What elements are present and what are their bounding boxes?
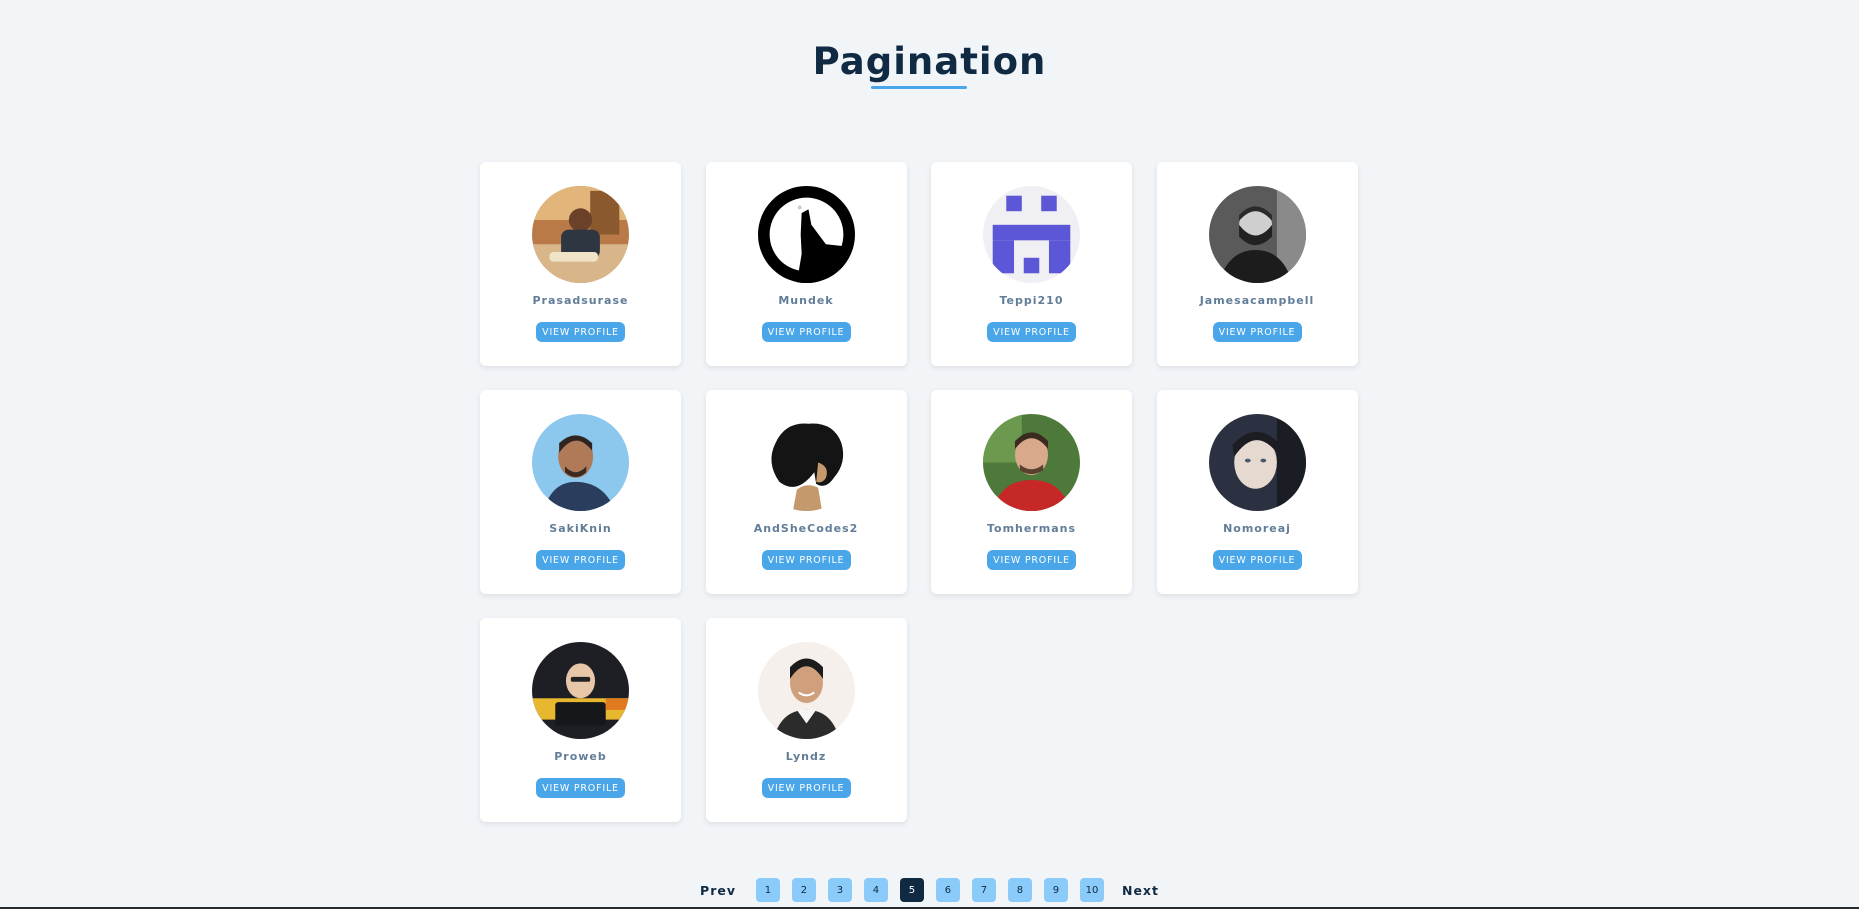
prev-button[interactable]: Prev — [700, 883, 736, 898]
profile-card: Teppi210 VIEW PROFILE — [931, 162, 1132, 366]
username: Nomoreaj — [1223, 522, 1291, 535]
pagination: Prev 1 2 3 4 5 6 7 8 9 10 Next — [0, 878, 1859, 902]
profile-card: SakiKnin VIEW PROFILE — [480, 390, 681, 594]
avatar — [532, 642, 629, 739]
username: Lyndz — [785, 750, 827, 763]
profile-card: Mundek VIEW PROFILE — [705, 162, 907, 366]
page-button-4[interactable]: 4 — [863, 878, 888, 902]
page-button-1[interactable]: 1 — [755, 878, 780, 902]
profile-card: Proweb VIEW PROFILE — [480, 618, 681, 822]
username: Tomhermans — [986, 522, 1077, 535]
avatar — [983, 186, 1080, 283]
username: Teppi210 — [999, 294, 1064, 307]
profile-card: Prasadsurase VIEW PROFILE — [480, 162, 681, 366]
page-button-7[interactable]: 7 — [971, 878, 996, 902]
page-button-9[interactable]: 9 — [1043, 878, 1068, 902]
page-title: Pagination — [812, 40, 1047, 83]
view-profile-button[interactable]: VIEW PROFILE — [1212, 322, 1302, 342]
avatar — [757, 186, 855, 283]
profile-card: Nomoreaj VIEW PROFILE — [1156, 390, 1358, 594]
profile-card: Lyndz VIEW PROFILE — [705, 618, 907, 822]
page-button-10[interactable]: 10 — [1079, 878, 1104, 902]
avatar-photo-icon — [983, 414, 1080, 511]
avatar-identicon-icon — [983, 186, 1080, 283]
view-profile-button[interactable]: VIEW PROFILE — [987, 550, 1076, 570]
view-profile-button[interactable]: VIEW PROFILE — [761, 322, 851, 342]
username: AndSheCodes2 — [753, 522, 859, 535]
view-profile-button[interactable]: VIEW PROFILE — [761, 550, 851, 570]
avatar-illustration-icon — [757, 414, 855, 511]
avatar-photo-icon — [1208, 414, 1306, 511]
profile-grid: Prasadsurase VIEW PROFILE Mundek VIEW PR… — [480, 162, 1358, 822]
username: Prasadsurase — [532, 294, 629, 307]
page-button-6[interactable]: 6 — [935, 878, 960, 902]
avatar-photo-icon — [532, 414, 629, 511]
next-button[interactable]: Next — [1122, 883, 1159, 898]
avatar-photo-icon — [532, 642, 629, 739]
title-underline — [871, 86, 967, 89]
page-button-8[interactable]: 8 — [1007, 878, 1032, 902]
avatar — [983, 414, 1080, 511]
avatar — [532, 414, 629, 511]
avatar — [532, 186, 629, 283]
page-button-3[interactable]: 3 — [827, 878, 852, 902]
username: Proweb — [554, 750, 607, 763]
view-profile-button[interactable]: VIEW PROFILE — [536, 322, 625, 342]
view-profile-button[interactable]: VIEW PROFILE — [987, 322, 1076, 342]
username: Mundek — [778, 294, 834, 307]
avatar — [1208, 186, 1306, 283]
username: Jamesacampbell — [1199, 294, 1315, 307]
view-profile-button[interactable]: VIEW PROFILE — [536, 550, 625, 570]
avatar-photo-icon — [1208, 186, 1306, 283]
page-button-2[interactable]: 2 — [791, 878, 816, 902]
avatar — [757, 414, 855, 511]
avatar — [1208, 414, 1306, 511]
profile-card: Jamesacampbell VIEW PROFILE — [1156, 162, 1358, 366]
view-profile-button[interactable]: VIEW PROFILE — [761, 778, 851, 798]
profile-card: Tomhermans VIEW PROFILE — [931, 390, 1132, 594]
view-profile-button[interactable]: VIEW PROFILE — [1212, 550, 1302, 570]
page-button-5-active[interactable]: 5 — [899, 878, 924, 902]
avatar — [757, 642, 855, 739]
view-profile-button[interactable]: VIEW PROFILE — [536, 778, 625, 798]
username: SakiKnin — [549, 522, 612, 535]
avatar-photo-icon — [532, 186, 629, 283]
avatar-logo-icon — [757, 186, 855, 283]
profile-card: AndSheCodes2 VIEW PROFILE — [705, 390, 907, 594]
avatar-photo-icon — [757, 642, 855, 739]
